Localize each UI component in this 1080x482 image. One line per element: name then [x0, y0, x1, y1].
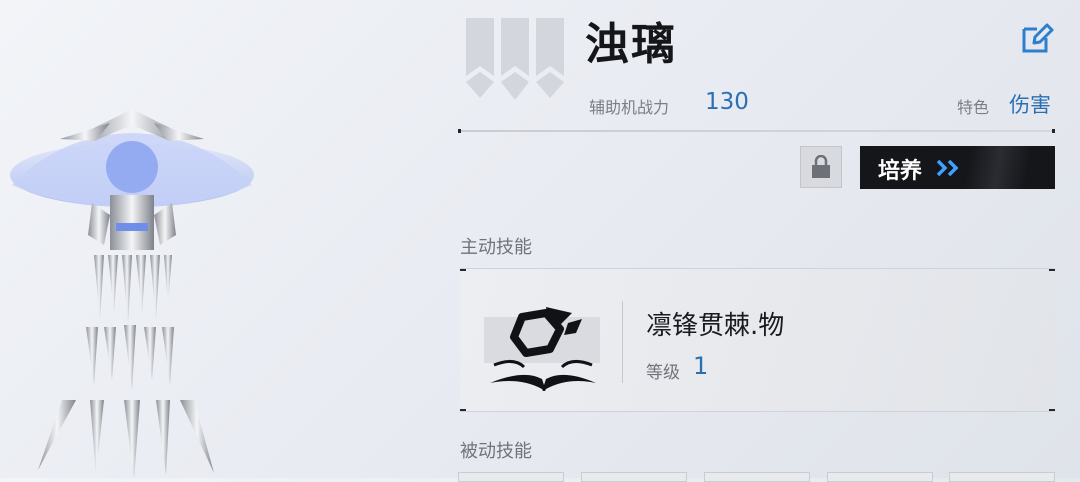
- passive-skill-slot[interactable]: [458, 472, 564, 482]
- power-label: 辅助机战力: [589, 98, 670, 117]
- feature-label: 特色: [957, 98, 990, 117]
- passive-skill-section-label: 被动技能: [460, 441, 532, 462]
- header-divider: [458, 129, 1055, 133]
- card-corner: [460, 269, 466, 271]
- card-corner: [460, 409, 466, 411]
- card-corner: [1049, 269, 1055, 271]
- skill-name: 凛锋贯棘.物: [646, 311, 785, 341]
- active-skill-card[interactable]: 凛锋贯棘.物 等级 1: [460, 268, 1055, 412]
- skill-icon: [490, 307, 596, 391]
- rank-emblem: [466, 18, 564, 100]
- power-value: 130: [705, 89, 749, 115]
- passive-skill-slot[interactable]: [827, 472, 933, 482]
- lock-button[interactable]: [800, 146, 842, 188]
- passive-skill-slot[interactable]: [581, 472, 687, 482]
- skill-level-value: 1: [693, 352, 709, 380]
- mech-figure: [10, 109, 254, 478]
- page-title: 浊璃: [585, 19, 677, 70]
- active-skill-section-label: 主动技能: [460, 237, 532, 258]
- card-corner: [1049, 409, 1055, 411]
- cultivate-button[interactable]: 培养: [860, 146, 1055, 189]
- cultivate-button-label: 培养: [878, 159, 923, 184]
- edit-icon[interactable]: [1017, 19, 1055, 57]
- skill-level-label: 等级: [646, 363, 680, 383]
- lock-icon: [812, 155, 830, 178]
- double-chevron-icon: [936, 159, 959, 177]
- skill-separator: [622, 301, 623, 383]
- passive-skill-slot[interactable]: [949, 472, 1055, 482]
- passive-skill-slot[interactable]: [704, 472, 810, 482]
- feature-value: 伤害: [1009, 93, 1051, 117]
